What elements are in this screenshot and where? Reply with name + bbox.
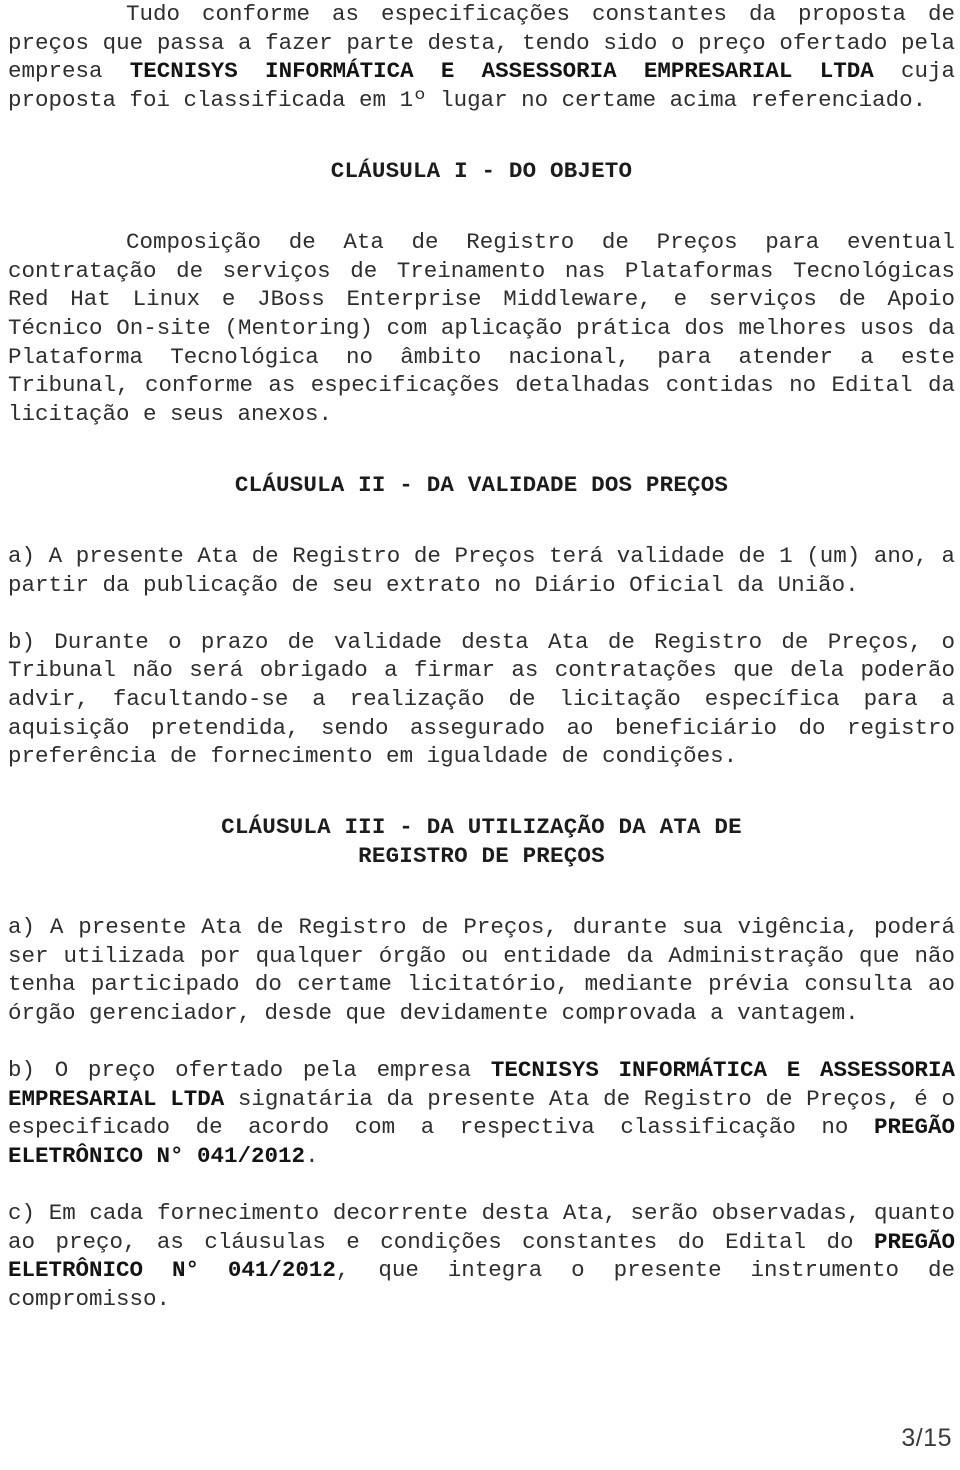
clause-heading-line: REGISTRO DE PREÇOS: [358, 843, 605, 870]
paragraph: Tudo conforme as especificações constant…: [8, 0, 955, 114]
paragraph: b) O preço ofertado pela empresa TECNISY…: [8, 1056, 955, 1170]
body-text: c) Em cada fornecimento decorrente desta…: [8, 1200, 955, 1255]
clause-heading-line: CLÁUSULA I - DO OBJETO: [330, 157, 633, 184]
heading-spacer: [8, 799, 955, 813]
paragraph: a) A presente Ata de Registro de Preços,…: [8, 913, 955, 1027]
page-number: 3/15: [901, 1424, 952, 1452]
body-text: a) A presente Ata de Registro de Preços …: [8, 543, 955, 598]
paragraph: Composição de Ata de Registro de Preços …: [8, 228, 955, 428]
paragraph: b) Durante o prazo de validade desta Ata…: [8, 628, 955, 771]
document-body: Tudo conforme as especificações constant…: [8, 0, 955, 1314]
paragraph: c) Em cada fornecimento decorrente desta…: [8, 1199, 955, 1313]
document-page: Tudo conforme as especificações constant…: [0, 0, 960, 1470]
emphasis-text: TECNISYS INFORMÁTICA E ASSESSORIA EMPRES…: [129, 58, 874, 85]
clause-heading-line: CLÁUSULA III - DA UTILIZAÇÃO DA ATA DE: [221, 814, 742, 841]
heading-spacer: [8, 214, 955, 228]
body-text: Composição de Ata de Registro de Preços …: [8, 229, 955, 427]
heading-spacer: [8, 457, 955, 471]
body-text: b) O preço ofertado pela empresa: [8, 1057, 491, 1084]
clause-heading: CLÁUSULA III - DA UTILIZAÇÃO DA ATA DE RE…: [8, 813, 955, 870]
paragraph: a) A presente Ata de Registro de Preços …: [8, 542, 955, 599]
clause-heading: CLÁUSULA I - DO OBJETO: [8, 157, 955, 186]
clause-heading: CLÁUSULA II - DA VALIDADE DOS PREÇOS: [8, 471, 955, 500]
heading-spacer: [8, 528, 955, 542]
heading-spacer: [8, 899, 955, 913]
clause-heading-line: CLÁUSULA II - DA VALIDADE DOS PREÇOS: [234, 471, 729, 498]
body-text: b) Durante o prazo de validade desta Ata…: [8, 628, 955, 770]
body-text: .: [305, 1142, 319, 1169]
heading-spacer: [8, 143, 955, 157]
body-text: a) A presente Ata de Registro de Preços,…: [8, 914, 955, 1026]
